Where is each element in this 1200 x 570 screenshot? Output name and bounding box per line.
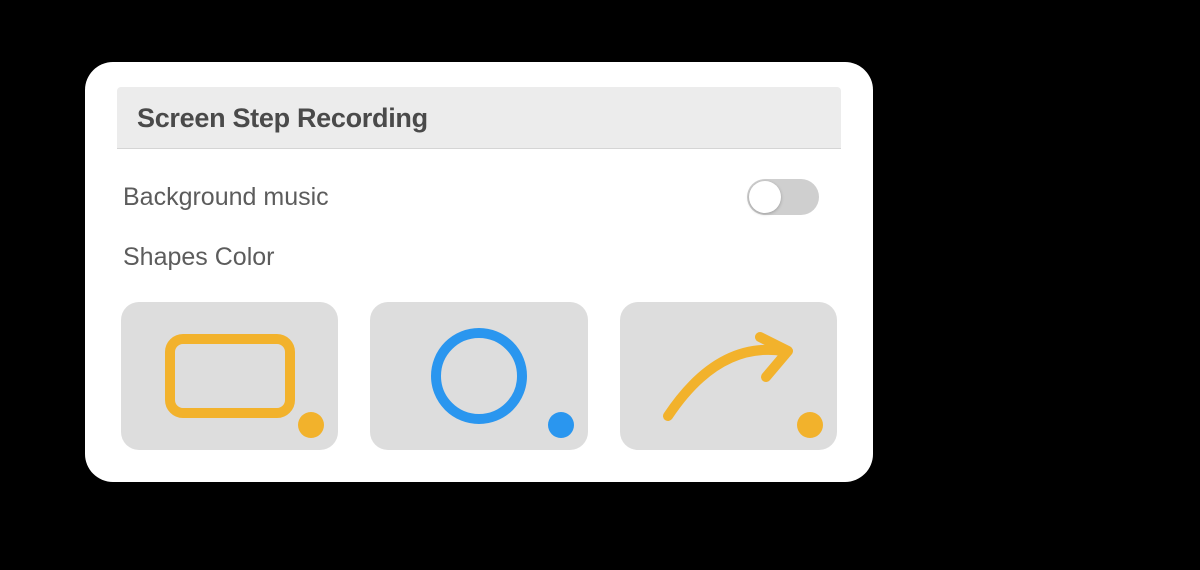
- background-music-toggle[interactable]: [747, 179, 819, 215]
- rectangle-icon: [165, 334, 295, 418]
- background-music-label: Background music: [123, 183, 329, 212]
- color-dot-icon: [797, 412, 823, 438]
- toggle-knob: [749, 181, 781, 213]
- color-dot-icon: [548, 412, 574, 438]
- arrow-icon: [648, 321, 808, 431]
- settings-panel: Screen Step Recording Background music S…: [85, 62, 873, 482]
- circle-icon: [431, 328, 527, 424]
- shape-option-arrow[interactable]: [620, 302, 837, 450]
- shapes-options: [117, 302, 841, 450]
- background-music-row: Background music: [117, 179, 841, 215]
- shape-option-circle[interactable]: [370, 302, 587, 450]
- shape-option-rectangle[interactable]: [121, 302, 338, 450]
- panel-title: Screen Step Recording: [137, 103, 821, 134]
- panel-header: Screen Step Recording: [117, 87, 841, 149]
- shapes-color-row: Shapes Color: [117, 243, 841, 272]
- color-dot-icon: [298, 412, 324, 438]
- shapes-color-label: Shapes Color: [123, 243, 274, 272]
